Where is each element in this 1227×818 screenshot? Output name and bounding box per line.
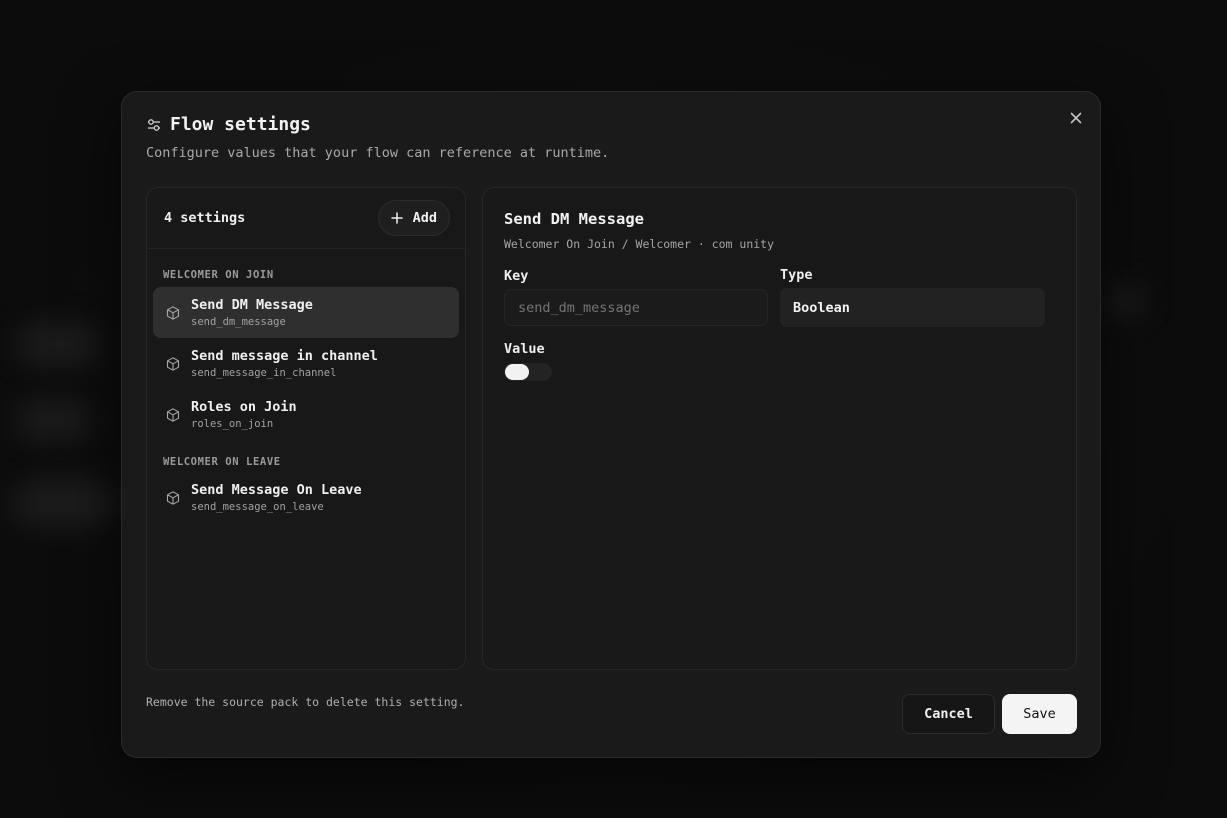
type-select[interactable]: Boolean <box>780 288 1045 327</box>
setting-item-send-dm-message[interactable]: Send DM Message send_dm_message <box>153 287 459 338</box>
setting-item-text: Send DM Message send_dm_message <box>191 297 313 328</box>
setting-item-key: send_dm_message <box>191 316 286 328</box>
cancel-button[interactable]: Cancel <box>902 694 995 734</box>
setting-item-label: Roles on Join <box>191 399 297 415</box>
title-row: Flow settings <box>146 114 1040 135</box>
blurred-background-shape <box>14 400 94 440</box>
setting-detail-panel: Send DM Message Welcomer On Join / Welco… <box>482 187 1077 670</box>
dialog-header: Flow settings Configure values that your… <box>146 114 1040 161</box>
cube-icon <box>166 305 180 320</box>
save-button[interactable]: Save <box>1002 694 1077 734</box>
setting-item-label: Send DM Message <box>191 297 313 313</box>
type-label: Type <box>780 267 813 283</box>
setting-item-text: Send message in channel send_message_in_… <box>191 348 378 379</box>
dialog-title: Flow settings <box>170 114 311 135</box>
setting-item-key: send_message_in_channel <box>191 367 337 379</box>
blurred-background-shape <box>1104 286 1144 316</box>
flow-settings-dialog: Flow settings Configure values that your… <box>121 91 1101 758</box>
cube-icon <box>166 490 180 505</box>
value-label: Value <box>504 341 545 357</box>
blurred-background-shape <box>14 322 104 366</box>
cube-icon <box>166 407 180 422</box>
detail-source-path: Welcomer On Join / Welcomer · com unity <box>504 237 775 251</box>
sliders-icon <box>148 118 160 131</box>
setting-item-key: roles_on_join <box>191 418 274 430</box>
settings-list-header: 4 settings Add <box>147 188 465 249</box>
setting-item-roles-on-join[interactable]: Roles on Join roles_on_join <box>153 389 459 440</box>
dialog-subtitle: Configure values that your flow can refe… <box>146 145 610 161</box>
group-label-welcomer-on-leave: WELCOMER ON LEAVE <box>163 456 281 468</box>
plus-icon <box>390 212 403 224</box>
key-label: Key <box>504 268 529 284</box>
setting-item-key: send_message_on_leave <box>191 501 324 513</box>
setting-item-send-message-in-channel[interactable]: Send message in channel send_message_in_… <box>153 338 459 389</box>
setting-item-label: Send message in channel <box>191 348 378 364</box>
add-setting-button[interactable]: Add <box>377 200 450 236</box>
value-toggle[interactable] <box>504 363 552 381</box>
type-select-value: Boolean <box>793 299 850 316</box>
toggle-knob <box>505 364 529 380</box>
blurred-background-shape <box>10 478 120 528</box>
close-button[interactable] <box>1066 108 1086 128</box>
settings-list-panel: 4 settings Add WELCOMER ON JOIN Send DM … <box>146 187 466 670</box>
group-label-welcomer-on-join: WELCOMER ON JOIN <box>163 269 274 281</box>
cube-icon <box>166 356 180 371</box>
settings-count: 4 settings <box>164 210 246 226</box>
close-icon <box>1070 112 1082 124</box>
key-input[interactable] <box>504 289 768 326</box>
add-setting-label: Add <box>412 210 437 226</box>
setting-item-send-message-on-leave[interactable]: Send Message On Leave send_message_on_le… <box>153 472 459 523</box>
setting-item-label: Send Message On Leave <box>191 482 362 498</box>
footer-note: Remove the source pack to delete this se… <box>146 695 465 709</box>
setting-item-text: Send Message On Leave send_message_on_le… <box>191 482 362 513</box>
detail-title: Send DM Message <box>504 210 644 228</box>
setting-item-text: Roles on Join roles_on_join <box>191 399 297 430</box>
